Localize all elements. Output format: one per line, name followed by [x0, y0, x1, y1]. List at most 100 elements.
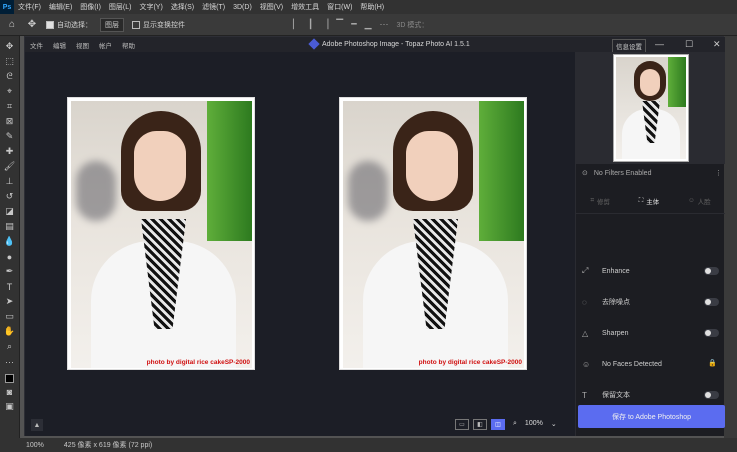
- filter-sharpen-label: Sharpen: [602, 329, 629, 337]
- menu-layer[interactable]: 图层(L): [105, 2, 136, 12]
- quick-mask-icon[interactable]: ◙: [3, 385, 17, 398]
- no-filters-text: No Filters Enabled: [593, 169, 652, 177]
- side-by-side-view-icon[interactable]: ◫: [491, 419, 505, 430]
- menu-plugins[interactable]: 增效工具: [287, 2, 323, 12]
- tab-subject-label: 主体: [646, 198, 660, 206]
- ps-toolbar: ✥ ⬚ ᘓ ⌖ ⌗ ⊠ ✎ ✚ 🖌 ⊥ ↺ ◪ ▤ 💧 ● ✒ T ➤ ▭ ✋ …: [0, 36, 20, 438]
- filter-enhance[interactable]: ⤢ Enhance: [582, 264, 719, 278]
- topaz-menu-view[interactable]: 视图: [71, 40, 94, 50]
- menu-help[interactable]: 帮助(H): [356, 2, 388, 12]
- filter-denoise[interactable]: ◌ 去除噪点: [582, 295, 719, 309]
- topaz-menu-file[interactable]: 文件: [25, 40, 48, 50]
- topaz-menu-edit[interactable]: 编辑: [48, 40, 71, 50]
- selection-tabs: ⌗ 修剪 ⛶ 主体 ☺ 人脸: [576, 188, 725, 214]
- quick-select-tool-icon[interactable]: ⌖: [3, 85, 17, 98]
- navigator[interactable]: [576, 52, 725, 164]
- align-right-icon[interactable]: ▕: [321, 19, 328, 30]
- preserve-text-toggle[interactable]: [704, 391, 719, 399]
- save-to-photoshop-button[interactable]: 保存 to Adobe Photoshop: [578, 405, 725, 428]
- filter-preserve-text-label: 保留文本: [602, 392, 630, 399]
- photo-content: [71, 101, 252, 368]
- sharpen-toggle[interactable]: [704, 329, 719, 337]
- filter-preserve-text[interactable]: T 保留文本: [582, 388, 719, 402]
- preview-toolbar: ▲ ▭ ◧ ◫ ⌕ 100% ⌄: [25, 414, 575, 436]
- minimize-icon[interactable]: —: [655, 39, 664, 49]
- menu-filter[interactable]: 滤镜(T): [198, 2, 229, 12]
- frame-tool-icon[interactable]: ⊠: [3, 115, 17, 128]
- status-zoom[interactable]: 100%: [26, 442, 44, 449]
- dodge-tool-icon[interactable]: ●: [3, 250, 17, 263]
- history-brush-tool-icon[interactable]: ↺: [3, 190, 17, 203]
- filter-sharpen[interactable]: △ Sharpen: [582, 326, 719, 340]
- zoom-tool-icon[interactable]: ⌕: [3, 340, 17, 353]
- menu-select[interactable]: 选择(S): [167, 2, 198, 12]
- pen-tool-icon[interactable]: ✒: [3, 265, 17, 278]
- blur-tool-icon[interactable]: 💧: [3, 235, 17, 248]
- menu-type[interactable]: 文字(Y): [135, 2, 166, 12]
- stamp-tool-icon[interactable]: ⊥: [3, 175, 17, 188]
- brush-tool-icon[interactable]: 🖌: [3, 160, 17, 173]
- zoom-control[interactable]: ⌕ 100% ⌄: [513, 420, 557, 428]
- auto-select-checkbox[interactable]: 自动选择：: [46, 20, 92, 30]
- denoise-icon: ◌: [582, 297, 587, 307]
- lasso-tool-icon[interactable]: ᘓ: [3, 70, 17, 83]
- maximize-icon[interactable]: ☐: [685, 39, 693, 50]
- menu-view[interactable]: 视图(V): [256, 2, 287, 12]
- menu-3d[interactable]: 3D(D): [229, 4, 256, 11]
- more-tools-icon[interactable]: ···: [3, 355, 17, 368]
- crop-icon: ⌗: [590, 196, 595, 204]
- home-icon[interactable]: ⌂: [6, 19, 18, 31]
- face-recovery-icon: ☺: [582, 359, 591, 369]
- marquee-tool-icon[interactable]: ⬚: [3, 55, 17, 68]
- enhance-toggle[interactable]: [704, 267, 719, 275]
- tab-crop[interactable]: ⌗ 修剪: [590, 196, 610, 206]
- eyedropper-tool-icon[interactable]: ✎: [3, 130, 17, 143]
- screen-mode-icon[interactable]: ▣: [3, 400, 17, 413]
- ps-menubar: Ps 文件(F) 编辑(E) 图像(I) 图层(L) 文字(Y) 选择(S) 滤…: [0, 0, 737, 14]
- topaz-menu-account[interactable]: 帐户: [94, 40, 117, 50]
- gradient-tool-icon[interactable]: ▤: [3, 220, 17, 233]
- topaz-window: 文件 编辑 视图 帐户 帮助 Adobe Photoshop Image - T…: [24, 36, 725, 436]
- close-icon[interactable]: ✕: [713, 39, 721, 50]
- tab-face[interactable]: ☺ 人脸: [688, 196, 711, 206]
- foreground-color-swatch[interactable]: [5, 374, 14, 383]
- shape-tool-icon[interactable]: ▭: [3, 310, 17, 323]
- tab-crop-label: 修剪: [597, 198, 611, 206]
- photoshop-logo-icon[interactable]: Ps: [0, 0, 14, 14]
- menu-image[interactable]: 图像(I): [76, 2, 105, 12]
- align-center-icon[interactable]: ┃: [308, 19, 313, 30]
- denoise-toggle[interactable]: [704, 298, 719, 306]
- topaz-menu-help[interactable]: 帮助: [117, 40, 140, 50]
- move-tool-icon[interactable]: ✥: [26, 19, 38, 31]
- info-settings-button[interactable]: 信息设置: [612, 39, 646, 53]
- healing-tool-icon[interactable]: ✚: [3, 145, 17, 158]
- single-view-icon[interactable]: ▭: [455, 419, 469, 430]
- navigator-thumbnail[interactable]: [613, 54, 689, 162]
- crop-tool-icon[interactable]: ⌗: [3, 100, 17, 113]
- chevron-up-icon[interactable]: ▲: [31, 419, 43, 431]
- type-tool-icon[interactable]: T: [3, 280, 17, 293]
- filter-faces: ☺ No Faces Detected 🔒: [582, 357, 719, 371]
- hand-tool-icon[interactable]: ✋: [3, 325, 17, 338]
- menu-edit[interactable]: 编辑(E): [45, 2, 76, 12]
- show-transform-checkbox[interactable]: 显示变换控件: [132, 20, 185, 30]
- move-tool-icon[interactable]: ✥: [3, 40, 17, 53]
- align-bottom-icon[interactable]: ▁: [365, 19, 372, 30]
- menu-window[interactable]: 窗口(W): [323, 2, 356, 12]
- more-icon[interactable]: ···: [380, 19, 389, 30]
- more-options-icon[interactable]: ⋮: [715, 169, 722, 177]
- path-select-tool-icon[interactable]: ➤: [3, 295, 17, 308]
- menu-file[interactable]: 文件(F): [14, 2, 45, 12]
- align-left-icon[interactable]: ▏: [293, 19, 300, 30]
- photo-subject-face: [134, 131, 186, 201]
- align-middle-icon[interactable]: ━: [351, 19, 356, 30]
- topaz-title: Adobe Photoshop Image - Topaz Photo AI 1…: [308, 38, 470, 50]
- text-icon: T: [582, 390, 587, 400]
- align-top-icon[interactable]: ▔: [336, 19, 343, 30]
- auto-select-dropdown[interactable]: 图层: [100, 17, 124, 32]
- checkbox-checked-icon: [46, 20, 54, 29]
- tab-subject[interactable]: ⛶ 主体: [639, 196, 660, 206]
- split-view-icon[interactable]: ◧: [473, 419, 487, 430]
- preview-canvas[interactable]: photo by digital rice cakeSP-2000 photo …: [25, 52, 575, 414]
- eraser-tool-icon[interactable]: ◪: [3, 205, 17, 218]
